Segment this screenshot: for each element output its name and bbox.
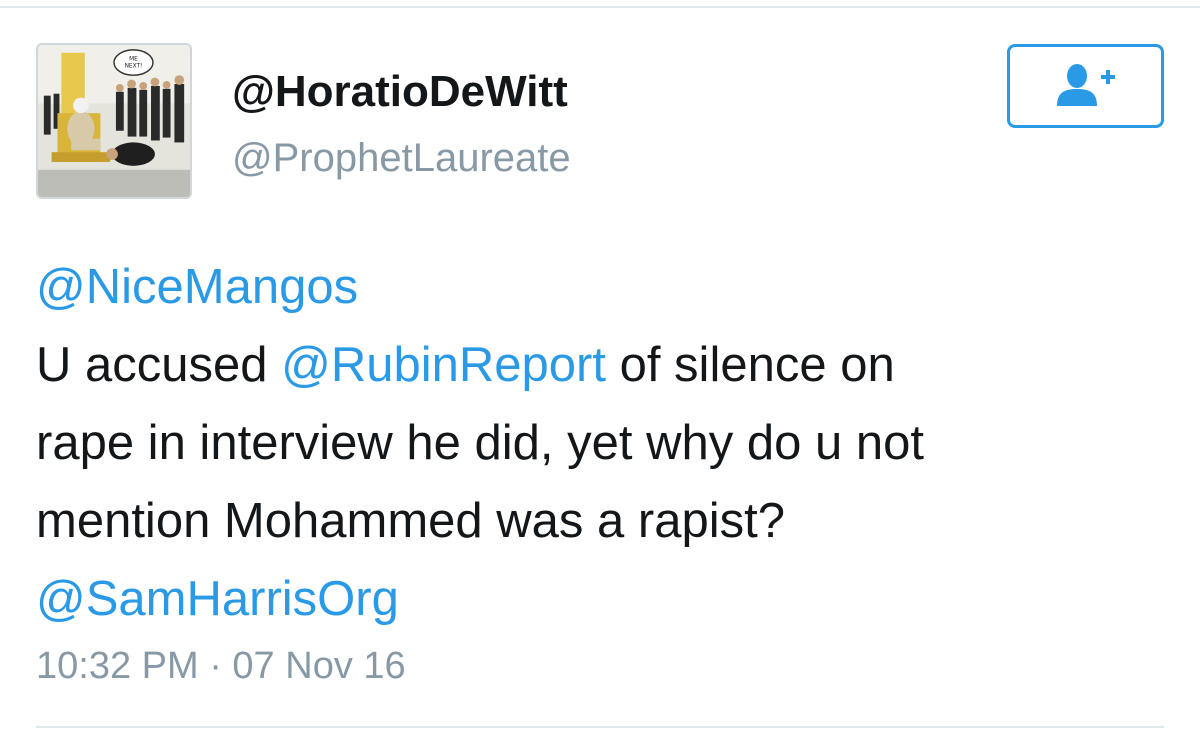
tweet-body: @NiceMangos U accused @RubinReport of si… (36, 248, 1166, 638)
cartoon-avatar-image: ME NEXT! (38, 45, 190, 197)
top-divider (0, 6, 1200, 8)
tweet-line-3: rape in interview he did, yet why do u n… (36, 416, 924, 470)
svg-text:ME: ME (129, 57, 138, 63)
tweet-line-1: @NiceMangos (36, 248, 1166, 326)
tweet-text: of silence on (605, 338, 895, 392)
tweet-timestamp[interactable]: 10:32 PM · 07 Nov 16 (36, 638, 406, 694)
follow-button[interactable] (1007, 44, 1164, 128)
tweet-line-2: U accused @RubinReport of silence on (36, 326, 1166, 404)
bottom-divider (36, 726, 1164, 728)
tweet-line-5: @SamHarrisOrg (36, 560, 1166, 638)
mention-nicemangos[interactable]: @NiceMangos (36, 260, 358, 314)
tweet-line-4: mention Mohammed was a rapist? (36, 494, 785, 548)
svg-text:NEXT!: NEXT! (125, 63, 143, 69)
tweet-text: U accused (36, 338, 282, 392)
handle[interactable]: @ProphetLaureate (232, 130, 571, 186)
add-user-icon (1056, 64, 1115, 106)
avatar[interactable]: ME NEXT! (36, 43, 192, 199)
display-name[interactable]: @HoratioDeWitt (232, 62, 568, 122)
mention-rubinreport[interactable]: @RubinReport (281, 338, 606, 392)
mention-samharrisorg[interactable]: @SamHarrisOrg (36, 572, 399, 626)
